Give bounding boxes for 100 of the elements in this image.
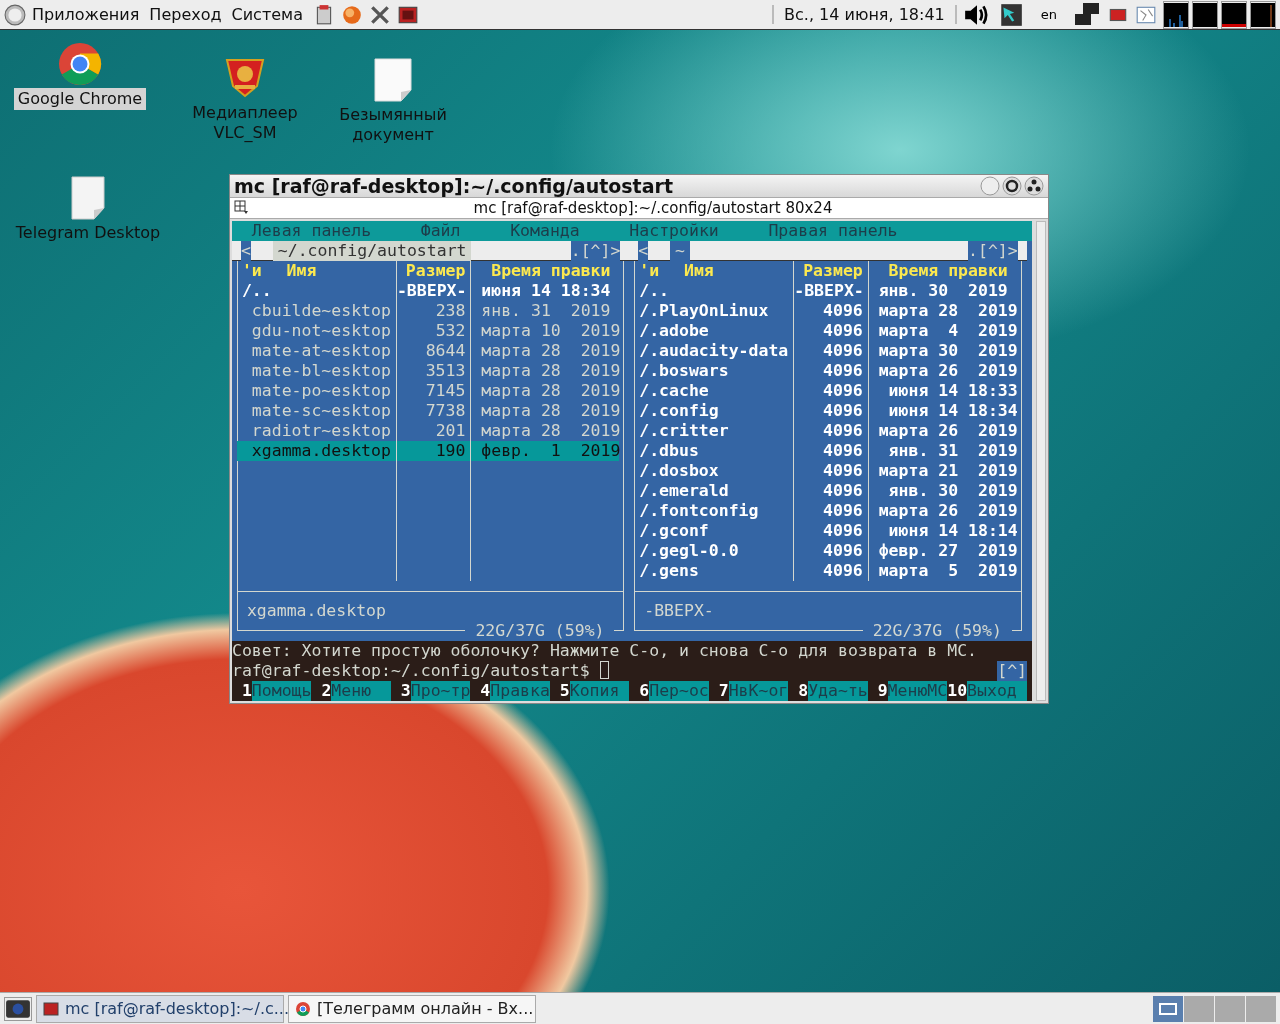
- function-key-button[interactable]: Уда~ть: [808, 681, 868, 701]
- file-name[interactable]: /.audacity-data: [639, 341, 789, 360]
- workspace-switcher-cell[interactable]: [1184, 995, 1214, 1022]
- logo-icon[interactable]: [4, 3, 26, 26]
- text-cursor: [599, 661, 610, 679]
- function-key-button[interactable]: МенюМС: [887, 681, 948, 701]
- file-name[interactable]: /.critter: [639, 421, 729, 440]
- close-icon[interactable]: [1024, 176, 1044, 196]
- column-header[interactable]: Время правки: [888, 261, 1008, 280]
- keyboard-layout[interactable]: en: [1040, 7, 1057, 22]
- show-desktop-icon[interactable]: [4, 996, 32, 1021]
- file-name[interactable]: gdu-not~esktop: [251, 321, 391, 340]
- workspace-switcher-cell[interactable]: [1246, 995, 1276, 1022]
- file-name[interactable]: radiotr~esktop: [251, 421, 391, 440]
- function-key-button[interactable]: Помощь: [251, 681, 312, 701]
- function-key-number: 2: [320, 681, 332, 701]
- panel-menu[interactable]: Приложения: [32, 5, 140, 24]
- file-date: июня 14 18:34: [887, 401, 1018, 420]
- mc-menu-item[interactable]: Файл: [420, 221, 461, 241]
- file-name[interactable]: /.emerald: [639, 481, 729, 500]
- cross-icon[interactable]: [368, 3, 391, 26]
- load-monitor-icon[interactable]: [1250, 0, 1276, 29]
- icon-label[interactable]: Безымянный документ: [329, 104, 457, 146]
- file-size: 532: [435, 321, 466, 340]
- file-name[interactable]: /.gens: [639, 561, 699, 580]
- file-size: 4096: [823, 461, 863, 480]
- globe-icon[interactable]: [340, 3, 363, 26]
- file-name[interactable]: /.PlayOnLinux: [639, 301, 769, 320]
- file-name[interactable]: /.gegl-0.0: [639, 541, 739, 560]
- function-key-number: 10: [947, 681, 968, 701]
- file-name[interactable]: mate-at~esktop: [251, 341, 391, 360]
- file-size: 4096: [823, 521, 863, 540]
- column-header[interactable]: Размер: [405, 261, 466, 280]
- clock[interactable]: Вс., 14 июня, 18:41: [772, 5, 957, 24]
- task-button[interactable]: [Телеграмм онлайн - Вх...: [288, 994, 536, 1023]
- disk-free: 22G/37G (59%): [465, 621, 615, 641]
- icon-label[interactable]: Google Chrome: [13, 88, 147, 110]
- column-header[interactable]: Время правки: [491, 261, 611, 280]
- file-name[interactable]: /.adobe: [639, 321, 709, 340]
- column-header[interactable]: Имя: [286, 261, 317, 281]
- file-name[interactable]: cbuilde~esktop: [251, 301, 391, 320]
- mc-menu-item[interactable]: Настройки: [629, 221, 719, 241]
- function-key-button[interactable]: Меню: [331, 681, 391, 701]
- icon-label[interactable]: Медиаплеер VLC_SM: [181, 102, 309, 144]
- file-date: янв. 31 2019: [481, 301, 611, 320]
- panel-menu[interactable]: Система: [231, 5, 303, 24]
- mc-menu-item[interactable]: Правая панель: [768, 221, 898, 241]
- file-size: -ВВЕРХ-: [396, 281, 467, 300]
- swap-monitor-icon[interactable]: [1221, 0, 1247, 29]
- file-size: 7145: [425, 381, 466, 400]
- function-key-number: 7: [717, 681, 729, 701]
- file-date: марта 5 2019: [878, 561, 1018, 580]
- mc-menu-item[interactable]: Команда: [510, 221, 580, 241]
- function-key-button[interactable]: Про~тр: [410, 681, 471, 701]
- file-name[interactable]: mate-bl~esktop: [251, 361, 391, 380]
- file-name[interactable]: /..: [241, 281, 272, 300]
- file-name[interactable]: /..: [639, 281, 670, 300]
- file-date: февр. 1 2019: [481, 441, 621, 460]
- file-date: марта 28 2019: [481, 381, 621, 400]
- file-size: 4096: [823, 541, 863, 560]
- file-name[interactable]: /.gconf: [639, 521, 709, 540]
- panel-menu[interactable]: Переход: [149, 5, 222, 24]
- function-key-button[interactable]: НвК~ог: [728, 681, 789, 701]
- chrome-icon[interactable]: [58, 42, 102, 86]
- memory-monitor-icon[interactable]: [1192, 0, 1218, 29]
- mc-menu-item[interactable]: Левая панель: [251, 221, 372, 241]
- function-key-button[interactable]: Пер~ос: [649, 681, 709, 701]
- workspace-switcher-cell[interactable]: [1215, 995, 1245, 1022]
- column-header[interactable]: Размер: [803, 261, 863, 280]
- panel-history-button[interactable]: .[^]>: [570, 240, 621, 261]
- file-size: 4096: [823, 401, 863, 420]
- network-icon[interactable]: [1073, 1, 1101, 28]
- panel-toggle-button[interactable]: [^]: [997, 661, 1028, 681]
- sort-indicator[interactable]: 'и: [639, 261, 660, 281]
- file-name[interactable]: mate-sc~esktop: [251, 401, 391, 420]
- file-name[interactable]: /.dbus: [639, 441, 699, 460]
- file-size: 201: [435, 421, 466, 440]
- column-header[interactable]: Имя: [683, 261, 714, 281]
- icon-label[interactable]: Telegram Desktop: [11, 222, 165, 244]
- function-key-button[interactable]: Выход: [967, 681, 1027, 701]
- maximize-icon[interactable]: [1002, 176, 1022, 196]
- file-name[interactable]: /.config: [639, 401, 719, 420]
- function-key-button[interactable]: Копия: [569, 681, 630, 701]
- file-date: марта 21 2019: [878, 461, 1018, 480]
- file-name[interactable]: /.fontconfig: [639, 501, 759, 520]
- file-name[interactable]: /.boswars: [639, 361, 729, 380]
- workspace-switcher-cell[interactable]: [1153, 995, 1183, 1022]
- sort-indicator[interactable]: 'и: [241, 261, 262, 281]
- file-name[interactable]: mate-po~esktop: [251, 381, 391, 400]
- file-size: 4096: [823, 381, 863, 400]
- scrollbar[interactable]: [1036, 221, 1046, 701]
- cpu-monitor-icon[interactable]: [1163, 0, 1189, 29]
- badge-icon[interactable]: [223, 56, 267, 100]
- file-name[interactable]: /.cache: [639, 381, 709, 400]
- window-title: mc [raf@raf-desktop]:~/.config/autostart: [234, 175, 674, 197]
- function-key-button[interactable]: Правка: [490, 681, 550, 701]
- panel-history-button[interactable]: .[^]>: [968, 240, 1018, 261]
- file-name[interactable]: /.dosbox: [639, 461, 719, 480]
- document-icon[interactable]: [371, 58, 415, 102]
- menu-icon[interactable]: [234, 200, 250, 216]
